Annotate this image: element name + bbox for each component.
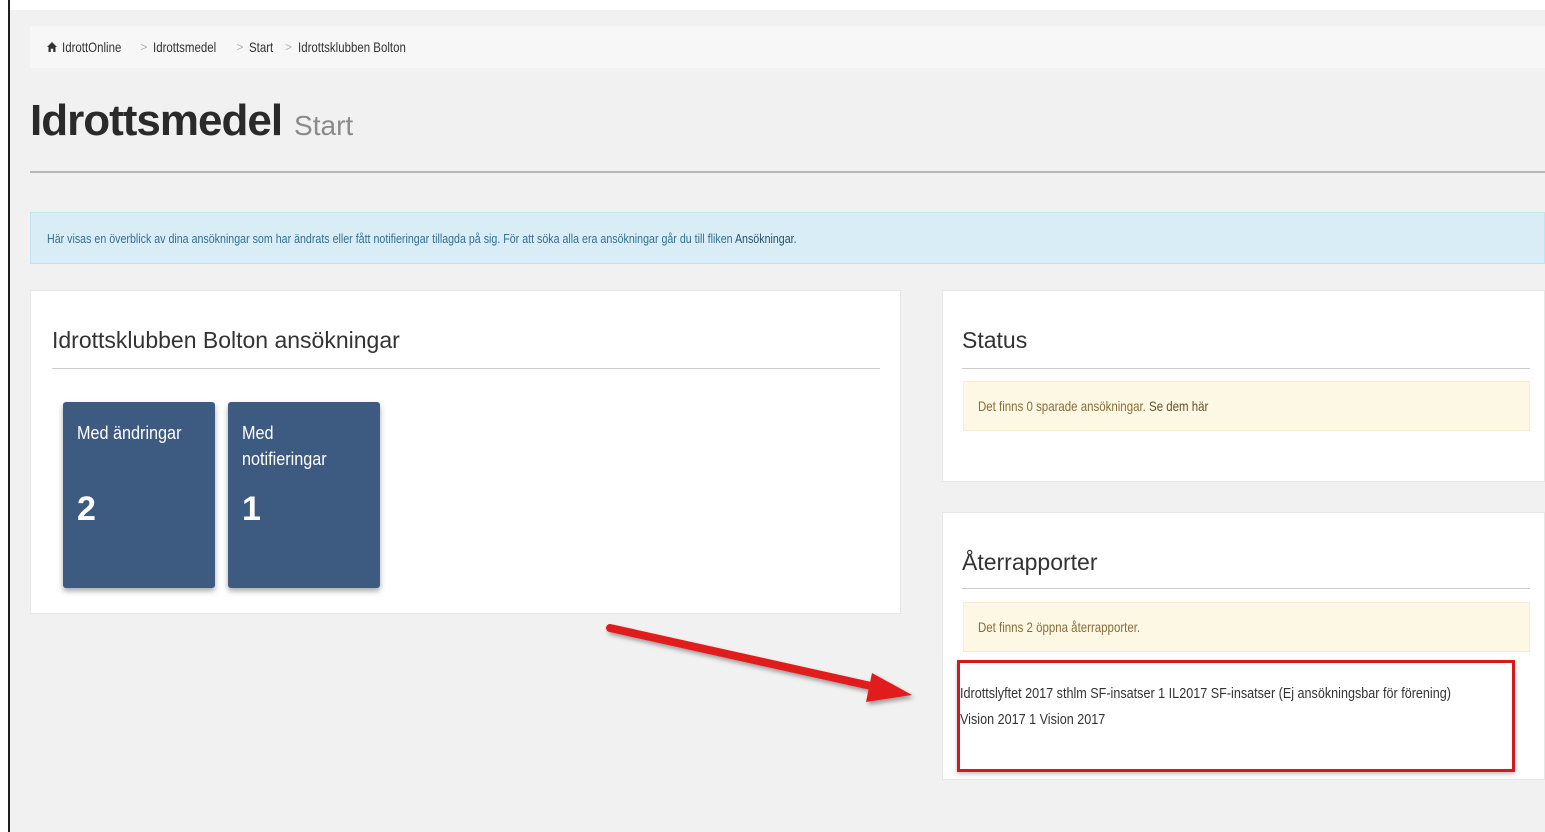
- panel-divider: [962, 588, 1530, 589]
- panel-divider: [962, 368, 1530, 369]
- report-item[interactable]: Idrottslyftet 2017 sthlm SF-insatser 1 I…: [960, 681, 1498, 707]
- tile-with-notifications[interactable]: Med notifieringar 1: [228, 402, 380, 588]
- report-list: Idrottslyftet 2017 sthlm SF-insatser 1 I…: [960, 681, 1505, 733]
- page-title: Idrottsmedel: [30, 96, 283, 145]
- info-alert-text: Här visas en överblick av dina ansökning…: [47, 230, 735, 246]
- breadcrumb: IdrottOnline > Idrottsmedel > Start > Id…: [30, 26, 1545, 68]
- see-saved-link[interactable]: Se dem här: [1149, 398, 1208, 414]
- tile-label: Med ändringar: [77, 423, 182, 443]
- report-item[interactable]: Vision 2017 1 Vision 2017: [960, 707, 1498, 733]
- saved-applications-alert: Det finns 0 sparade ansökningar. Se dem …: [963, 381, 1530, 431]
- info-alert: Här visas en överblick av dina ansökning…: [30, 212, 1545, 264]
- status-title: Status: [962, 327, 1028, 353]
- tile-count: 2: [77, 490, 96, 528]
- breadcrumb-separator: >: [236, 40, 244, 54]
- open-reports-alert: Det finns 2 öppna återrapporter.: [963, 602, 1530, 652]
- page-subtitle: Start: [294, 110, 354, 141]
- saved-applications-text: Det finns 0 sparade ansökningar.: [978, 398, 1150, 414]
- tile-with-changes[interactable]: Med ändringar 2: [63, 402, 215, 588]
- status-panel: Status Det finns 0 sparade ansökningar. …: [942, 290, 1545, 482]
- breadcrumb-item-idrottonline[interactable]: IdrottOnline: [62, 39, 121, 55]
- home-icon[interactable]: [46, 41, 58, 53]
- reports-panel: Återrapporter Det finns 2 öppna återrapp…: [942, 512, 1545, 780]
- top-strip: [10, 0, 1545, 10]
- header-divider: [30, 171, 1545, 173]
- page-header: Idrottsmedel Start: [30, 96, 353, 146]
- tile-label: Med notifieringar: [242, 423, 327, 469]
- highlighted-reports-box: Idrottslyftet 2017 sthlm SF-insatser 1 I…: [957, 660, 1515, 772]
- breadcrumb-separator: >: [285, 40, 293, 54]
- open-reports-text: Det finns 2 öppna återrapporter.: [978, 619, 1141, 635]
- reports-title: Återrapporter: [962, 549, 1098, 575]
- page: IdrottOnline > Idrottsmedel > Start > Id…: [10, 0, 1545, 832]
- applications-panel-title: Idrottsklubben Bolton ansökningar: [52, 327, 400, 353]
- panel-divider: [52, 368, 880, 369]
- breadcrumb-item-start[interactable]: Start: [249, 39, 273, 55]
- applications-tab-link[interactable]: Ansökningar.: [735, 231, 797, 246]
- applications-panel: Idrottsklubben Bolton ansökningar Med än…: [30, 290, 901, 614]
- tile-count: 1: [242, 490, 261, 528]
- breadcrumb-item-club: Idrottsklubben Bolton: [298, 39, 406, 55]
- breadcrumb-item-idrottsmedel[interactable]: Idrottsmedel: [153, 39, 216, 55]
- breadcrumb-separator: >: [140, 40, 148, 54]
